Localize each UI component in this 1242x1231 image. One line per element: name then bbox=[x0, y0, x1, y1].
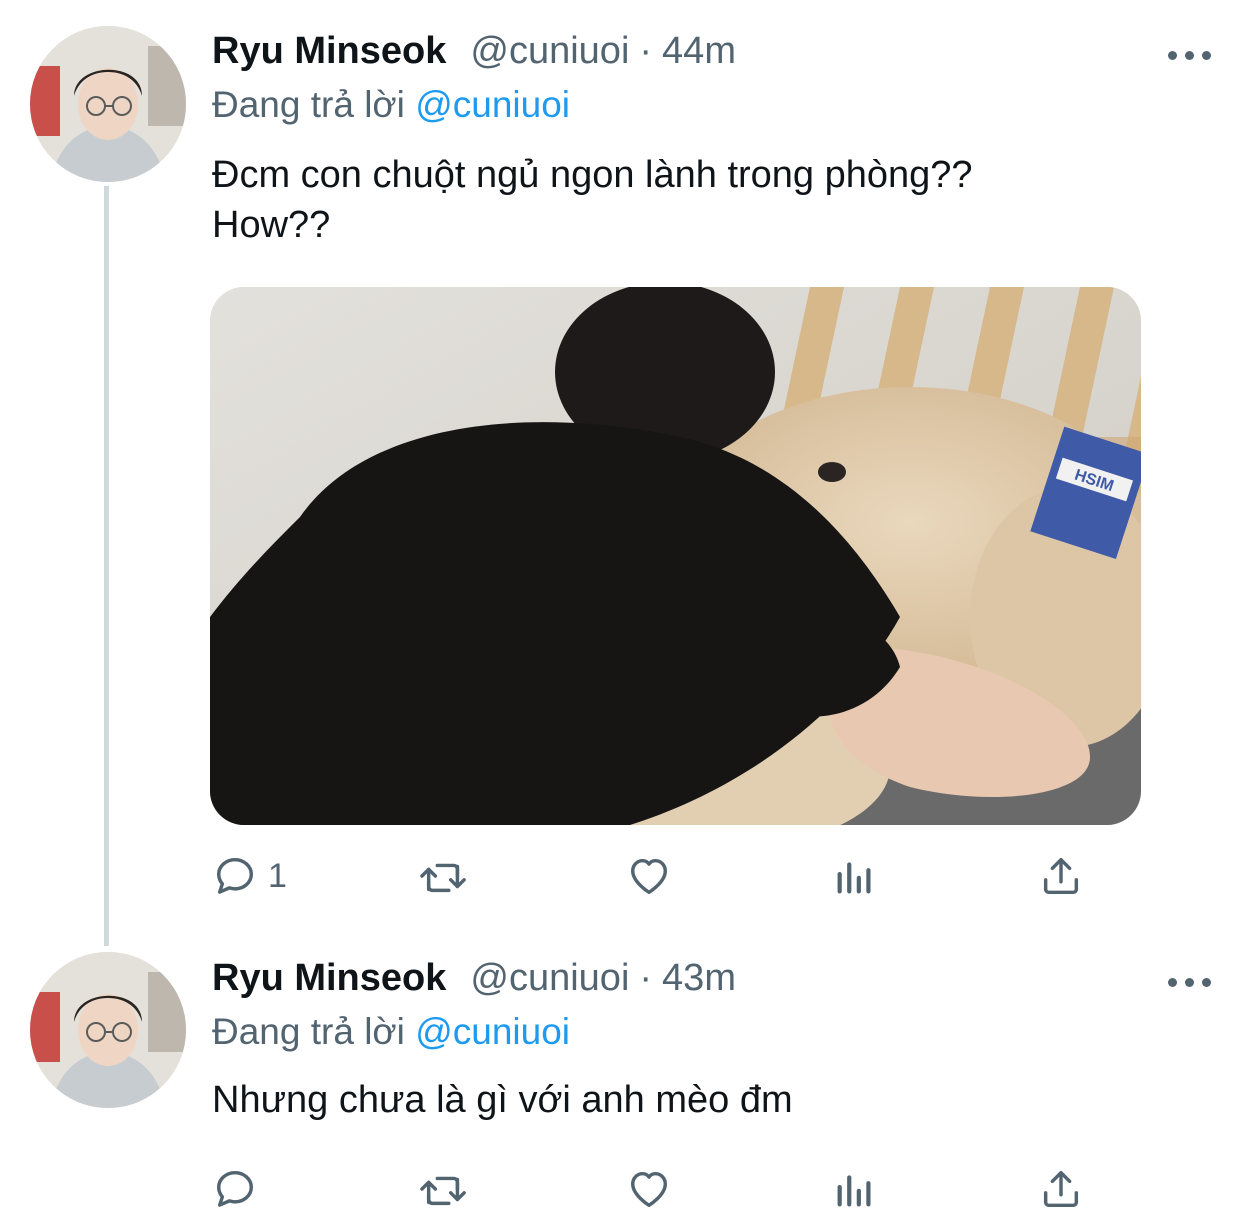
replying-to: Đang trả lời @cuniuoi bbox=[212, 84, 570, 126]
analytics-button[interactable] bbox=[832, 1165, 878, 1213]
avatar-photo bbox=[30, 26, 186, 182]
reply-icon bbox=[216, 1170, 254, 1207]
share-button[interactable] bbox=[1038, 852, 1084, 900]
reply-count: 1 bbox=[268, 856, 287, 895]
like-icon bbox=[630, 1171, 668, 1208]
more-options-icon[interactable] bbox=[1168, 971, 1212, 991]
analytics-icon bbox=[837, 1175, 871, 1207]
retweet-button[interactable] bbox=[416, 852, 472, 900]
author-handle[interactable]: @cuniuoi bbox=[470, 957, 629, 1000]
tweet-actions: 1 bbox=[212, 852, 1112, 902]
author-handle[interactable]: @cuniuoi bbox=[470, 30, 629, 73]
reply-button[interactable]: 1 bbox=[212, 852, 287, 900]
tweet-header: Ryu Minseok @cuniuoi · 43m bbox=[212, 957, 736, 1001]
author-name[interactable]: Ryu Minseok bbox=[212, 30, 446, 73]
tweet-header: Ryu Minseok @cuniuoi · 44m bbox=[212, 30, 736, 74]
like-button[interactable] bbox=[626, 852, 672, 900]
tweet-time[interactable]: 43m bbox=[662, 957, 736, 1000]
analytics-button[interactable] bbox=[832, 852, 878, 900]
separator-dot: · bbox=[639, 957, 653, 999]
avatar[interactable] bbox=[30, 26, 186, 182]
tweet-2[interactable]: Ryu Minseok @cuniuoi · 43m Đang trả lời … bbox=[0, 945, 1242, 1231]
more-options-icon[interactable] bbox=[1168, 44, 1212, 64]
tweet-time[interactable]: 44m bbox=[662, 30, 736, 73]
replying-to-label: Đang trả lời bbox=[212, 1011, 405, 1052]
replying-to-mention[interactable]: @cuniuoi bbox=[415, 84, 570, 125]
media-photo: HSIM bbox=[210, 287, 1141, 825]
replying-to-mention[interactable]: @cuniuoi bbox=[415, 1011, 570, 1052]
share-button[interactable] bbox=[1038, 1165, 1084, 1213]
tweet-text: Nhưng chưa là gì với anh mèo đm bbox=[212, 1079, 793, 1121]
share-icon bbox=[1043, 857, 1079, 895]
like-icon bbox=[630, 858, 668, 895]
replying-to-label: Đang trả lời bbox=[212, 84, 405, 125]
retweet-button[interactable] bbox=[416, 1165, 472, 1213]
reply-icon bbox=[216, 857, 254, 894]
author-name[interactable]: Ryu Minseok bbox=[212, 957, 446, 1000]
tweet-media-image[interactable]: HSIM bbox=[210, 287, 1141, 825]
replying-to: Đang trả lời @cuniuoi bbox=[212, 1011, 570, 1053]
like-button[interactable] bbox=[626, 1165, 672, 1213]
tweet-1[interactable]: Ryu Minseok @cuniuoi · 44m Đang trả lời … bbox=[0, 0, 1242, 945]
tweet-text: Đcm con chuột ngủ ngon lành trong phòng?… bbox=[212, 154, 973, 246]
retweet-icon bbox=[420, 863, 466, 893]
analytics-icon bbox=[837, 862, 871, 894]
separator-dot: · bbox=[639, 30, 653, 72]
tweet-actions bbox=[212, 1165, 1112, 1215]
reply-button[interactable] bbox=[212, 1165, 268, 1213]
avatar-photo bbox=[30, 952, 186, 1108]
retweet-icon bbox=[420, 1176, 466, 1206]
avatar[interactable] bbox=[30, 952, 186, 1108]
share-icon bbox=[1043, 1170, 1079, 1208]
